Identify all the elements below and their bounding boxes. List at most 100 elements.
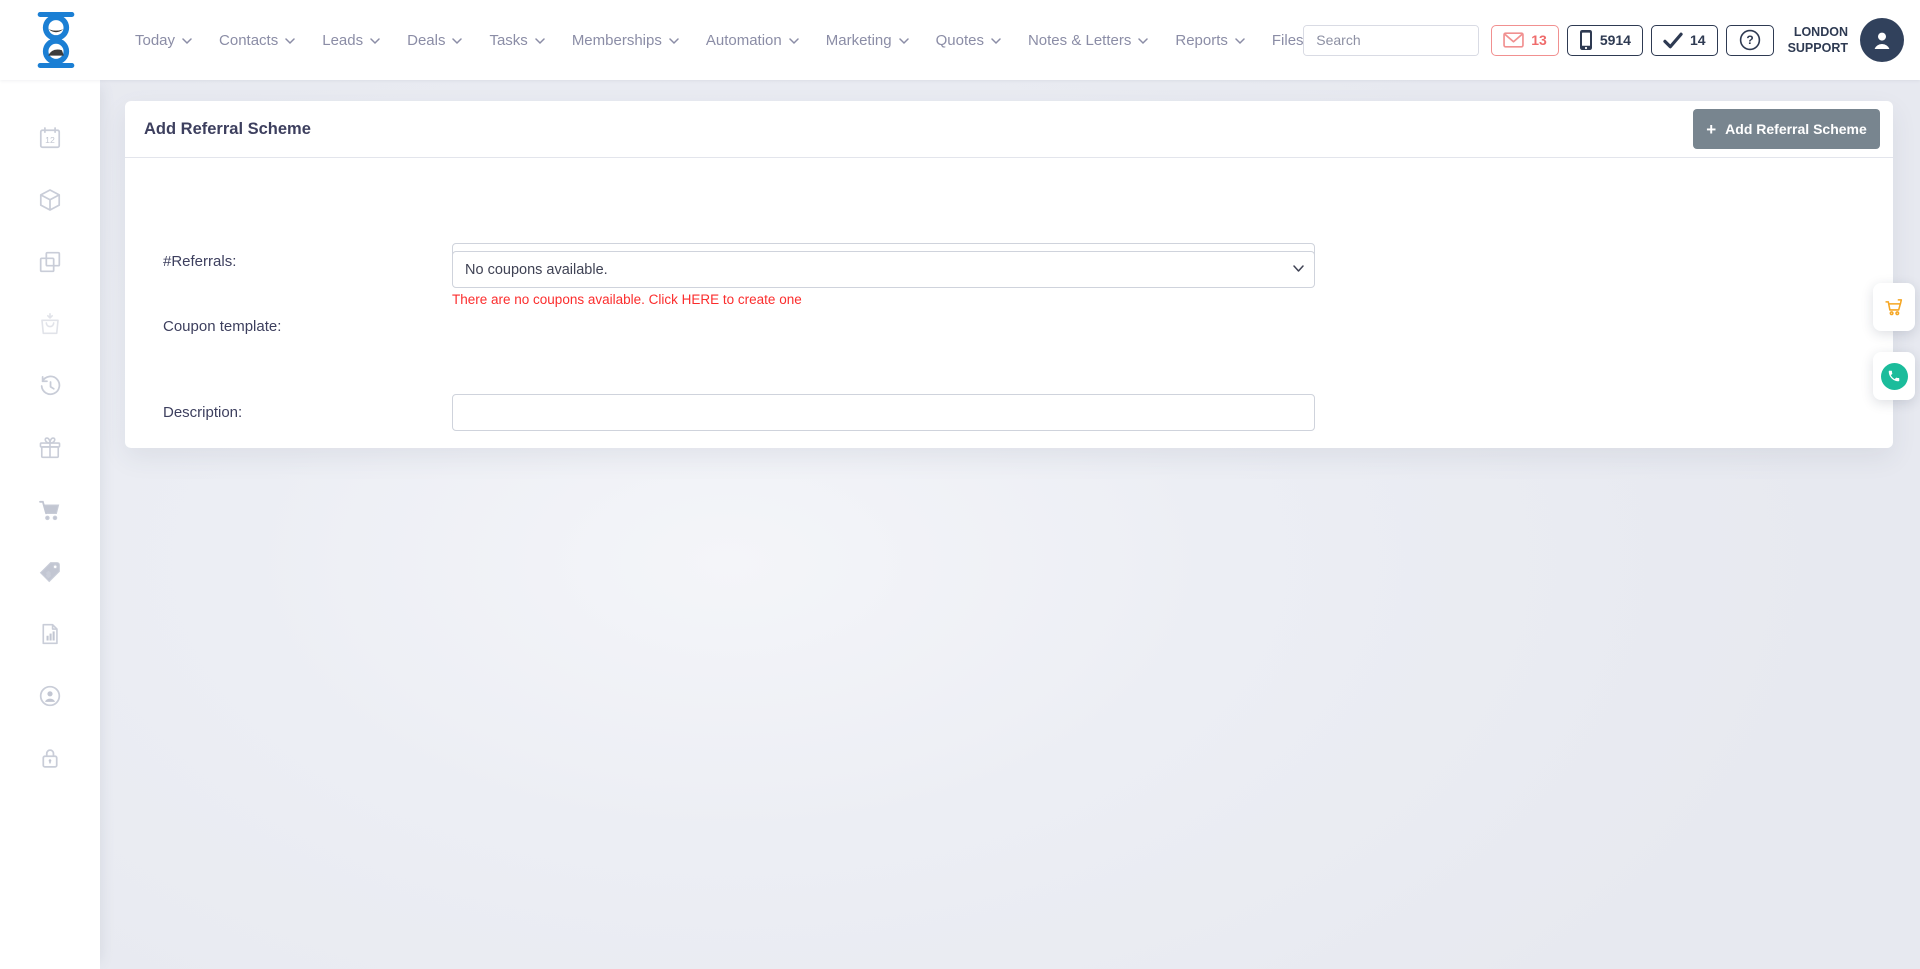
avatar[interactable] — [1860, 18, 1904, 62]
sidebar-item-pricing[interactable]: $ — [36, 558, 64, 586]
phone-count: 5914 — [1600, 32, 1631, 48]
nav-item-notes-letters[interactable]: Notes & Letters — [1028, 32, 1148, 49]
nav-label: Notes & Letters — [1028, 32, 1131, 49]
user-name-line1: LONDON — [1788, 24, 1848, 40]
nav-label: Quotes — [936, 32, 984, 49]
sidebar-item-calendar[interactable]: 12 — [36, 124, 64, 152]
nav-item-files[interactable]: Files — [1272, 32, 1304, 49]
panel-body: #Referrals: Coupon template: No coupons … — [125, 158, 1893, 448]
sidebar-item-shop[interactable] — [36, 310, 64, 338]
description-input[interactable] — [452, 394, 1315, 431]
search-input[interactable] — [1304, 26, 1479, 55]
sidebar-item-duplicates[interactable] — [36, 248, 64, 276]
nav-item-marketing[interactable]: Marketing — [826, 32, 909, 49]
plus-icon: + — [1706, 121, 1716, 138]
price-tag-icon: $ — [37, 559, 63, 585]
main-nav: Today Contacts Leads Deals Tasks Members… — [135, 0, 1304, 80]
chevron-down-icon — [899, 38, 909, 45]
svg-text:12: 12 — [45, 135, 55, 145]
copy-icon — [37, 249, 63, 275]
chevron-down-icon — [370, 38, 380, 45]
cart-icon — [37, 497, 63, 523]
chevron-down-icon — [452, 38, 462, 45]
person-icon — [1870, 28, 1894, 52]
nav-label: Deals — [407, 32, 445, 49]
nav-item-leads[interactable]: Leads — [322, 32, 380, 49]
sidebar-item-support[interactable] — [36, 682, 64, 710]
add-button-label: Add Referral Scheme — [1725, 121, 1867, 137]
gift-icon — [37, 435, 63, 461]
chevron-down-icon — [535, 38, 545, 45]
referrals-label: #Referrals: — [163, 253, 236, 270]
phone-circle — [1881, 363, 1908, 390]
sidebar-item-history[interactable] — [36, 372, 64, 400]
nav-item-today[interactable]: Today — [135, 32, 192, 49]
chevron-down-icon — [789, 38, 799, 45]
nav-item-automation[interactable]: Automation — [706, 32, 799, 49]
chevron-down-icon — [1138, 38, 1148, 45]
sidebar-item-cart[interactable] — [36, 496, 64, 524]
add-referral-scheme-button[interactable]: + Add Referral Scheme — [1693, 109, 1880, 149]
sidebar-item-reports[interactable] — [36, 620, 64, 648]
tasks-count: 14 — [1690, 32, 1706, 48]
history-icon — [37, 373, 63, 399]
page: Today Contacts Leads Deals Tasks Members… — [0, 0, 1920, 969]
chevron-down-icon — [182, 38, 192, 45]
chevron-down-icon — [669, 38, 679, 45]
warning-suffix: to create one — [719, 292, 802, 307]
nav-item-deals[interactable]: Deals — [407, 32, 462, 49]
cart-orange-icon — [1883, 296, 1905, 318]
user-name[interactable]: LONDON SUPPORT — [1788, 24, 1848, 57]
top-bar: Today Contacts Leads Deals Tasks Members… — [0, 0, 1920, 80]
side-nav: 12 $ — [0, 80, 100, 969]
nav-item-quotes[interactable]: Quotes — [936, 32, 1001, 49]
chevron-down-icon — [285, 38, 295, 45]
nav-item-tasks[interactable]: Tasks — [489, 32, 544, 49]
coupon-template-select-wrap: No coupons available. — [452, 251, 1315, 288]
sidebar-item-gift[interactable] — [36, 434, 64, 462]
floating-phone-button[interactable] — [1873, 352, 1915, 400]
floating-cart-button[interactable] — [1873, 283, 1915, 331]
sidebar-item-security[interactable] — [36, 744, 64, 772]
nav-label: Automation — [706, 32, 782, 49]
shopping-bag-icon — [37, 311, 63, 337]
messages-count: 13 — [1531, 32, 1547, 48]
smartphone-icon — [1579, 29, 1593, 51]
coupon-warning-text: There are no coupons available. Click HE… — [452, 292, 802, 307]
nav-label: Contacts — [219, 32, 278, 49]
create-coupon-link[interactable]: HERE — [682, 292, 720, 307]
check-icon — [1663, 32, 1683, 49]
search-box — [1303, 25, 1479, 56]
sidebar-item-products[interactable] — [36, 186, 64, 214]
envelope-icon — [1503, 32, 1524, 48]
page-title: Add Referral Scheme — [144, 120, 1693, 139]
chevron-down-icon — [991, 38, 1001, 45]
nav-label: Leads — [322, 32, 363, 49]
hourglass-logo-icon — [30, 12, 82, 68]
nav-label: Marketing — [826, 32, 892, 49]
nav-item-reports[interactable]: Reports — [1175, 32, 1245, 49]
phone-icon — [1887, 369, 1901, 383]
messages-badge[interactable]: 13 — [1491, 25, 1559, 56]
lock-icon — [37, 745, 63, 771]
svg-text:$: $ — [47, 572, 51, 579]
nav-label: Files — [1272, 32, 1304, 49]
coupon-template-select[interactable]: No coupons available. — [452, 251, 1315, 288]
add-referral-scheme-panel: Add Referral Scheme + Add Referral Schem… — [125, 101, 1893, 448]
nav-label: Tasks — [489, 32, 527, 49]
cube-icon — [37, 187, 63, 213]
topbar-right-cluster: 13 5914 14 ? LONDON SUPPORT — [1303, 0, 1904, 80]
phone-badge[interactable]: 5914 — [1567, 25, 1643, 56]
app-logo[interactable] — [30, 12, 82, 68]
nav-item-contacts[interactable]: Contacts — [219, 32, 295, 49]
nav-label: Reports — [1175, 32, 1228, 49]
help-button[interactable]: ? — [1726, 25, 1774, 56]
svg-text:?: ? — [1746, 33, 1753, 47]
tasks-badge[interactable]: 14 — [1651, 25, 1718, 56]
calendar-icon: 12 — [37, 125, 63, 151]
coupon-template-label: Coupon template: — [163, 318, 281, 335]
user-name-line2: SUPPORT — [1788, 40, 1848, 56]
nav-label: Memberships — [572, 32, 662, 49]
nav-item-memberships[interactable]: Memberships — [572, 32, 679, 49]
panel-header: Add Referral Scheme + Add Referral Schem… — [125, 101, 1893, 158]
